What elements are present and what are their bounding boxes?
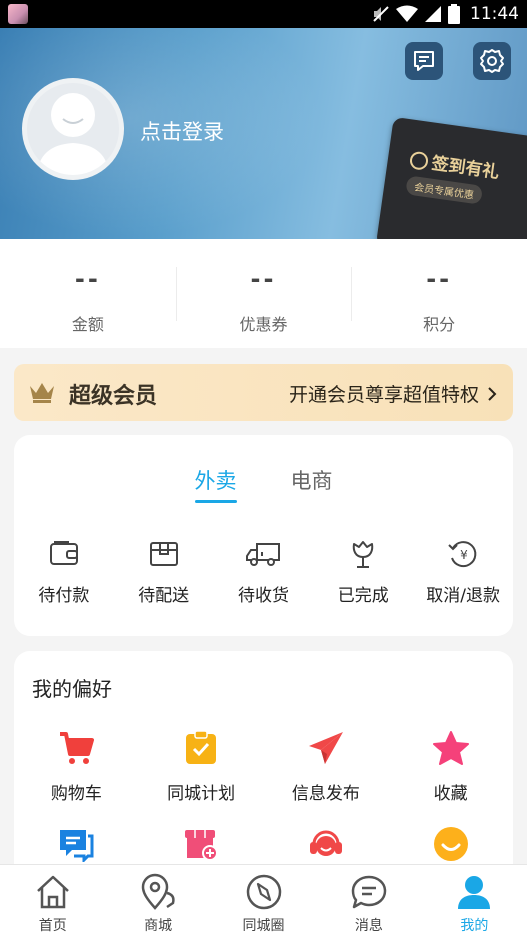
paper-plane-icon	[308, 732, 343, 764]
account-stats: -- 金额 -- 优惠券 -- 积分	[0, 239, 527, 348]
checkin-card[interactable]: 签到有礼 会员专属优惠	[375, 116, 527, 239]
tab-takeout[interactable]: 外卖	[194, 465, 237, 503]
nav-mall[interactable]: 商城	[105, 865, 210, 938]
pref-label: 购物车	[50, 784, 102, 804]
order-label: 待收货	[237, 586, 289, 606]
shop-add-icon	[185, 830, 219, 861]
nav-home[interactable]: 首页	[0, 865, 105, 938]
nav-messages[interactable]: 消息	[316, 865, 421, 938]
nav-label: 商城	[144, 918, 173, 934]
pref-favorites[interactable]: 收藏	[388, 729, 513, 825]
smile-icon	[433, 827, 468, 861]
pref-city-plan[interactable]: 同城计划	[139, 729, 264, 825]
status-time: 11:44	[470, 4, 519, 24]
stat-label: 金额	[71, 315, 104, 334]
order-label: 取消/退款	[426, 586, 500, 606]
profile-header: 点击登录 签到有礼 会员专属优惠	[0, 28, 527, 239]
vip-banner[interactable]: 超级会员 开通会员尊享超值特权	[14, 364, 513, 421]
order-refund[interactable]: ¥ 取消/退款	[413, 537, 513, 606]
nav-label: 首页	[38, 918, 67, 934]
settings-button[interactable]	[473, 42, 511, 80]
stat-balance[interactable]: -- 金额	[0, 239, 176, 348]
login-link[interactable]: 点击登录	[140, 116, 224, 146]
orders-card: 外卖 电商 待付款 待配送 待收货 已完成 ¥ 取消/退款	[14, 435, 513, 636]
order-tabs: 外卖 电商	[14, 465, 513, 503]
preferences-title: 我的偏好	[32, 677, 112, 701]
order-completed[interactable]: 已完成	[313, 537, 413, 606]
pref-label: 信息发布	[291, 784, 360, 804]
home-icon	[36, 875, 69, 909]
message-button[interactable]	[405, 42, 443, 80]
nav-label: 我的	[460, 918, 489, 934]
star-icon	[432, 731, 469, 765]
stat-value: --	[74, 265, 101, 293]
vip-cta: 开通会员尊享超值特权	[289, 380, 497, 407]
vip-title: 超级会员	[69, 384, 158, 409]
checkin-subtitle: 会员专属优惠	[405, 175, 484, 205]
chevron-right-icon	[488, 386, 497, 401]
stat-coupons[interactable]: -- 优惠券	[175, 239, 352, 348]
wifi-icon	[396, 5, 418, 22]
signal-icon	[425, 6, 441, 22]
delivery-truck-icon	[246, 543, 281, 566]
nav-city-circle[interactable]: 同城圈	[211, 865, 316, 938]
order-label: 待配送	[138, 586, 190, 606]
svg-text:¥: ¥	[460, 548, 468, 562]
order-pending-receipt[interactable]: 待收货	[214, 537, 314, 606]
stat-value: --	[250, 265, 277, 293]
stat-value: --	[426, 265, 453, 293]
order-pending-delivery[interactable]: 待配送	[114, 537, 214, 606]
status-icons: 11:44	[373, 0, 519, 28]
clipboard-check-icon	[186, 730, 217, 764]
status-bar: 11:44	[0, 0, 527, 28]
tab-ecommerce[interactable]: 电商	[291, 465, 333, 503]
message-icon	[414, 51, 434, 71]
compass-icon	[246, 874, 281, 910]
pref-label: 同城计划	[167, 784, 236, 804]
user-icon	[458, 876, 491, 909]
location-pin-icon	[141, 873, 175, 910]
nav-label: 消息	[354, 918, 383, 934]
order-label: 待付款	[38, 586, 90, 606]
bottom-navigation: 首页 商城 同城圈 消息 我的	[0, 864, 527, 938]
wallet-icon	[49, 541, 78, 565]
app-thumbnail-icon	[8, 4, 28, 24]
avatar[interactable]	[22, 78, 124, 180]
mute-icon	[373, 6, 389, 22]
refund-icon: ¥	[448, 541, 477, 568]
flower-icon	[353, 541, 374, 568]
chat-icon	[60, 830, 94, 862]
default-avatar-icon	[37, 93, 109, 175]
message-bubble-icon	[351, 875, 387, 909]
nav-label: 同城圈	[242, 918, 285, 934]
order-pending-payment[interactable]: 待付款	[14, 537, 114, 606]
pref-shopping-cart[interactable]: 购物车	[14, 729, 139, 825]
nav-me[interactable]: 我的	[422, 865, 527, 938]
preferences-card: 我的偏好 购物车 同城计划 信息发布 收藏	[14, 651, 513, 891]
gift-icon	[408, 150, 430, 171]
battery-icon	[448, 4, 460, 24]
order-status-list: 待付款 待配送 待收货 已完成 ¥ 取消/退款	[14, 537, 513, 606]
shopping-cart-icon	[60, 732, 95, 764]
pref-label: 收藏	[433, 784, 468, 804]
stat-label: 积分	[423, 315, 456, 334]
package-icon	[149, 542, 178, 566]
crown-icon	[30, 383, 54, 403]
stat-label: 优惠券	[239, 315, 288, 334]
order-label: 已完成	[337, 586, 389, 606]
settings-icon	[480, 49, 504, 73]
customer-service-icon	[309, 830, 342, 856]
pref-post-info[interactable]: 信息发布	[264, 729, 389, 825]
stat-points[interactable]: -- 积分	[351, 239, 527, 348]
